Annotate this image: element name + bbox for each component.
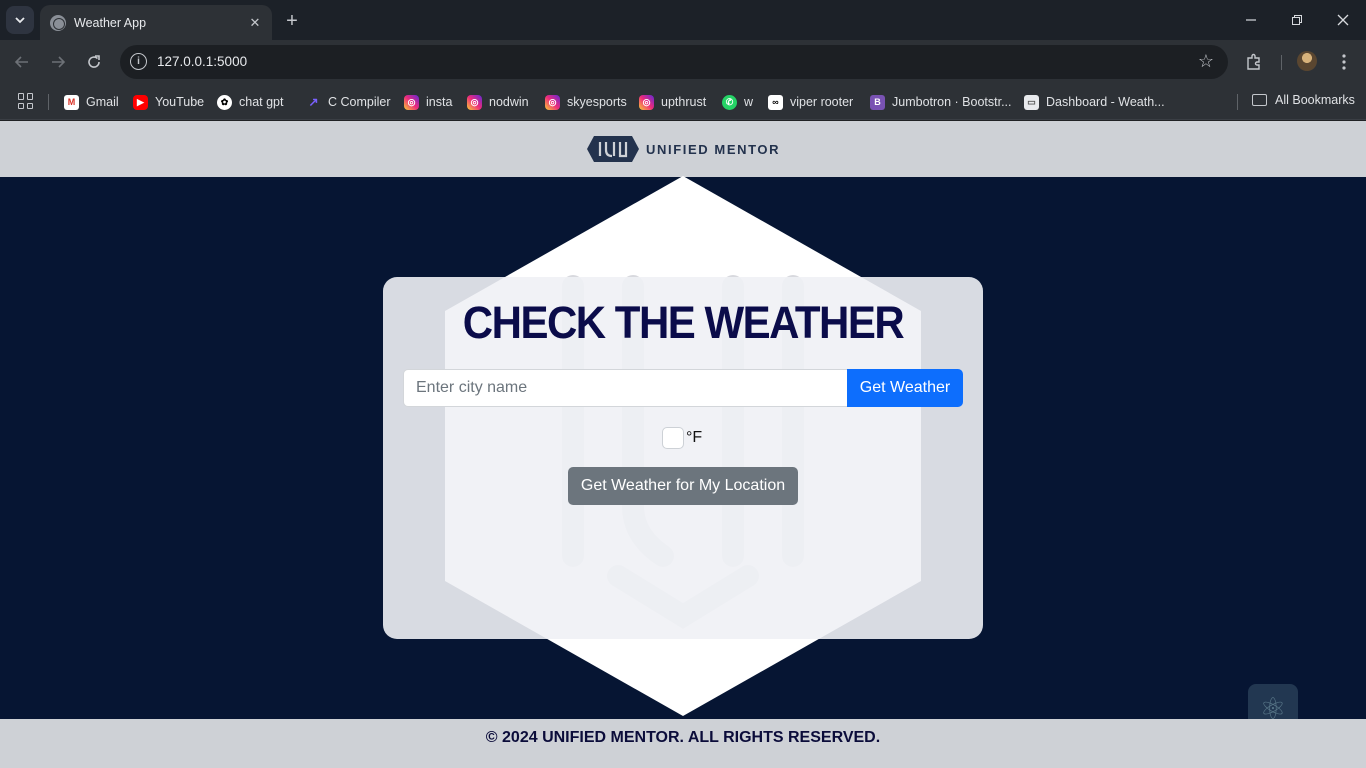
more-vertical-icon — [1342, 54, 1346, 70]
c-compiler-icon: ↗ — [308, 95, 319, 109]
bookmark-youtube[interactable]: ▶ YouTube — [133, 93, 204, 111]
restore-button[interactable] — [1282, 6, 1312, 34]
bookmark-skyesports[interactable]: ◎ skyesports — [545, 93, 627, 111]
new-tab-button[interactable]: + — [280, 9, 304, 33]
reload-icon — [88, 55, 100, 68]
tab-weather-app[interactable]: Weather App ✕ — [40, 5, 272, 40]
bookmark-viper-rooter[interactable]: ∞ viper rooter — [768, 93, 853, 111]
get-weather-button[interactable]: Get Weather — [847, 369, 963, 407]
forward-button[interactable] — [44, 48, 72, 76]
instagram-icon: ◎ — [467, 94, 482, 110]
all-bookmarks-button[interactable]: All Bookmarks — [1252, 93, 1355, 107]
brand-name-text: UNIFIED MENTOR — [646, 141, 781, 157]
site-info-icon[interactable]: i — [130, 53, 147, 70]
my-location-button[interactable]: Get Weather for My Location — [568, 467, 798, 505]
bookmark-label: insta — [426, 95, 453, 109]
bookmark-chat-gpt[interactable]: ✿ chat gpt — [217, 93, 283, 111]
address-bar[interactable]: i 127.0.0.1:5000 ☆ — [120, 45, 1228, 79]
reload-button[interactable] — [80, 48, 108, 76]
fahrenheit-label: °F — [686, 429, 703, 446]
arrow-left-icon — [14, 56, 28, 68]
bookmark-label: nodwin — [489, 95, 529, 109]
fahrenheit-checkbox[interactable] — [662, 427, 684, 449]
bookmark-label: C Compiler — [328, 95, 391, 109]
arrow-right-icon — [52, 56, 66, 68]
youtube-icon: ▶ — [133, 94, 148, 110]
folder-icon — [1252, 94, 1267, 106]
bookmark-star-icon[interactable]: ☆ — [1198, 51, 1214, 72]
bookmark-gmail[interactable]: M Gmail — [64, 93, 119, 111]
bookmark-label: Gmail — [86, 95, 119, 109]
url-text: 127.0.0.1:5000 — [157, 54, 248, 69]
site-footer: © 2024 UNIFIED MENTOR. ALL RIGHTS RESERV… — [0, 719, 1366, 768]
bookmark-label: upthrust — [661, 95, 707, 109]
weather-card: CHECK THE WEATHER Get Weather °F Get Wea… — [383, 277, 983, 639]
whatsapp-icon: ✆ — [722, 94, 737, 110]
bookmarks-separator — [48, 94, 49, 110]
dashboard-icon: ▭ — [1024, 94, 1039, 110]
weather-page: UNIFIED MENTOR CHECK THE WEATHER Get Wea… — [0, 121, 1366, 768]
unified-mentor-logo-icon — [587, 136, 639, 162]
bookmark-label: skyesports — [567, 95, 627, 109]
close-tab-icon[interactable]: ✕ — [246, 14, 264, 32]
browser-toolbar: i 127.0.0.1:5000 ☆ — [0, 40, 1366, 84]
bookmark-label: chat gpt — [239, 95, 284, 109]
chatgpt-icon: ✿ — [217, 94, 232, 110]
apps-grid-icon[interactable] — [18, 93, 34, 109]
instagram-icon: ◎ — [545, 94, 560, 110]
profile-avatar[interactable] — [1297, 51, 1317, 71]
gmail-icon: M — [64, 94, 79, 110]
fahrenheit-toggle: °F — [662, 427, 702, 449]
all-bookmarks-label: All Bookmarks — [1275, 93, 1355, 107]
close-window-button[interactable] — [1328, 6, 1358, 34]
bookmark-dashboard[interactable]: ▭ Dashboard - Weath... — [1024, 93, 1165, 111]
minimize-icon — [1246, 19, 1256, 21]
brand-name: UNIFIED MENTOR — [646, 143, 780, 156]
browser-titlebar: Weather App ✕ + — [0, 0, 1366, 40]
instagram-icon: ◎ — [639, 94, 654, 110]
bookmarks-separator — [1237, 94, 1238, 110]
city-input[interactable] — [403, 369, 847, 407]
tab-title: Weather App — [74, 15, 147, 30]
bookmark-upthrust[interactable]: ◎ upthrust — [639, 93, 706, 111]
bookmarks-bar: M Gmail ▶ YouTube ✿ chat gpt ↗ C Compiler ◎ i… — [0, 84, 1366, 120]
menu-button[interactable] — [1331, 49, 1357, 75]
instagram-icon: ◎ — [404, 94, 419, 110]
bookmark-jumbotron[interactable]: B Jumbotron · Bootstr... — [870, 93, 1012, 111]
bookmark-label: w — [744, 95, 754, 109]
copyright-text: © 2024 UNIFIED MENTOR. ALL RIGHTS RESERV… — [485, 728, 881, 746]
restore-icon — [1292, 15, 1302, 25]
brand-logo[interactable]: UNIFIED MENTOR — [586, 134, 780, 164]
city-search-group: Get Weather — [403, 369, 963, 407]
site-header: UNIFIED MENTOR — [0, 121, 1366, 177]
puzzle-icon — [1247, 53, 1260, 70]
tab-search-button[interactable] — [6, 6, 34, 34]
bookmark-whatsapp[interactable]: ✆ w — [722, 93, 753, 111]
bookmark-label: YouTube — [155, 95, 205, 109]
bookmark-nodwin[interactable]: ◎ nodwin — [467, 93, 529, 111]
bookmark-label: Jumbotron · Bootstr... — [892, 95, 1012, 109]
bookmark-insta[interactable]: ◎ insta — [404, 93, 452, 111]
viper-icon: ∞ — [768, 94, 783, 110]
page-title: CHECK THE WEATHER — [462, 297, 905, 348]
close-icon — [1337, 14, 1349, 26]
bookmark-label: Dashboard - Weath... — [1046, 95, 1165, 109]
bootstrap-icon: B — [870, 94, 885, 110]
back-button[interactable] — [8, 48, 36, 76]
toolbar-separator — [1281, 55, 1282, 70]
bookmark-label: viper rooter — [790, 95, 854, 109]
minimize-button[interactable] — [1236, 6, 1266, 34]
extensions-button[interactable] — [1241, 49, 1267, 75]
bookmark-c-compiler[interactable]: ↗ C Compiler — [306, 93, 391, 111]
chevron-down-icon — [15, 17, 25, 24]
globe-icon — [50, 14, 66, 31]
